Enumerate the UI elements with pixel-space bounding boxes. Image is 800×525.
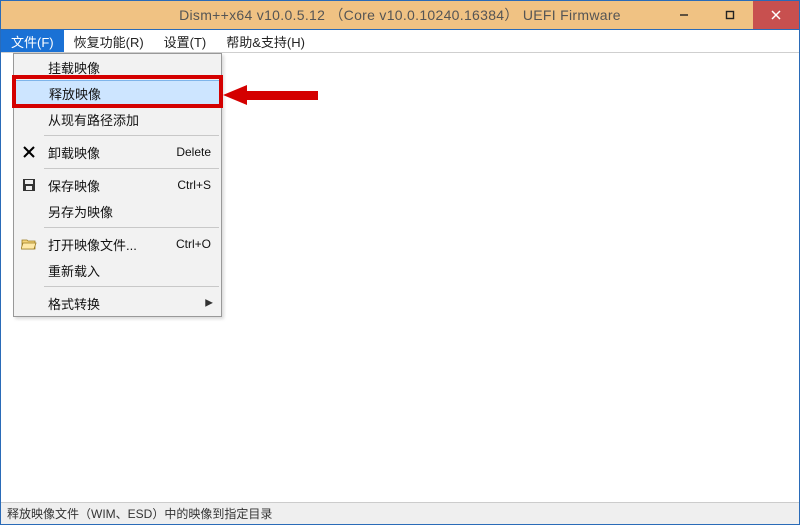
menu-item-label: 格式转换 <box>48 294 100 313</box>
status-text: 释放映像文件（WIM、ESD）中的映像到指定目录 <box>7 505 272 522</box>
menu-item-label: 挂载映像 <box>48 58 100 77</box>
menu-item-label: 打开映像文件... <box>48 235 137 254</box>
menu-open-image[interactable]: 打开映像文件... Ctrl+O <box>14 231 221 257</box>
app-window: Dism++x64 v10.0.5.12 （Core v10.0.10240.1… <box>0 0 800 525</box>
menu-save-as-image[interactable]: 另存为映像 <box>14 198 221 224</box>
client-area: 挂载映像 释放映像 从现有路径添加 卸载映像 Delete <box>1 53 799 502</box>
caption-buttons <box>661 1 799 29</box>
menu-file[interactable]: 文件(F) <box>1 30 64 52</box>
folder-open-icon <box>20 235 38 253</box>
save-icon <box>20 176 38 194</box>
close-button[interactable] <box>753 1 799 29</box>
menu-item-label: 重新载入 <box>48 261 100 280</box>
menu-mount-image[interactable]: 挂载映像 <box>14 54 221 80</box>
menu-separator <box>44 286 219 287</box>
titlebar: Dism++x64 v10.0.5.12 （Core v10.0.10240.1… <box>1 1 799 29</box>
menu-recover[interactable]: 恢复功能(R) <box>64 30 154 52</box>
submenu-arrow-icon: ▶ <box>205 298 213 309</box>
menu-item-label: 卸载映像 <box>48 143 100 162</box>
menu-save-image[interactable]: 保存映像 Ctrl+S <box>14 172 221 198</box>
menu-separator <box>44 135 219 136</box>
annotation-arrow-icon <box>223 85 323 109</box>
menu-add-from-path[interactable]: 从现有路径添加 <box>14 106 221 132</box>
menu-separator <box>44 227 219 228</box>
menu-help[interactable]: 帮助&支持(H) <box>216 30 315 52</box>
menu-item-label: 另存为映像 <box>48 202 113 221</box>
menu-settings[interactable]: 设置(T) <box>154 30 217 52</box>
menu-format-convert[interactable]: 格式转换 ▶ <box>14 290 221 316</box>
menu-item-label: 从现有路径添加 <box>48 110 139 129</box>
menu-item-shortcut: Ctrl+S <box>177 178 211 192</box>
menu-item-label: 释放映像 <box>49 84 101 103</box>
file-dropdown: 挂载映像 释放映像 从现有路径添加 卸载映像 Delete <box>13 53 222 317</box>
menu-separator <box>44 168 219 169</box>
menu-item-shortcut: Delete <box>176 145 211 159</box>
delete-icon <box>20 143 38 161</box>
minimize-button[interactable] <box>661 1 707 29</box>
menu-unmount-image[interactable]: 卸载映像 Delete <box>14 139 221 165</box>
menu-reload[interactable]: 重新载入 <box>14 257 221 283</box>
menubar: 文件(F) 恢复功能(R) 设置(T) 帮助&支持(H) <box>1 29 799 53</box>
menu-item-label: 保存映像 <box>48 176 100 195</box>
menu-item-shortcut: Ctrl+O <box>176 237 211 251</box>
statusbar: 释放映像文件（WIM、ESD）中的映像到指定目录 <box>1 502 799 524</box>
maximize-button[interactable] <box>707 1 753 29</box>
menu-release-image[interactable]: 释放映像 <box>14 80 221 106</box>
